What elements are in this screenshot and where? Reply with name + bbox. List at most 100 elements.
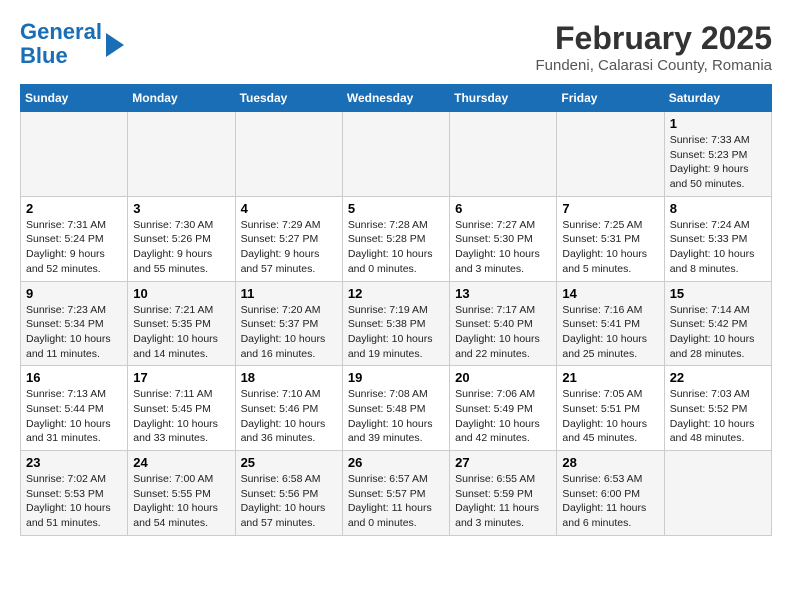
- day-info: Sunrise: 6:53 AM Sunset: 6:00 PM Dayligh…: [562, 472, 658, 531]
- day-info: Sunrise: 7:00 AM Sunset: 5:55 PM Dayligh…: [133, 472, 229, 531]
- calendar-cell: 17 Sunrise: 7:11 AM Sunset: 5:45 PM Dayli…: [128, 366, 235, 451]
- day-number: 18: [241, 370, 337, 385]
- day-info: Sunrise: 6:58 AM Sunset: 5:56 PM Dayligh…: [241, 472, 337, 531]
- page-header: General Blue February 2025 Fundeni, Cala…: [20, 20, 772, 74]
- weekday-header-thursday: Thursday: [450, 85, 557, 112]
- day-info: Sunrise: 7:31 AM Sunset: 5:24 PM Dayligh…: [26, 218, 122, 277]
- day-info: Sunrise: 7:27 AM Sunset: 5:30 PM Dayligh…: [455, 218, 551, 277]
- weekday-header-tuesday: Tuesday: [235, 85, 342, 112]
- day-number: 12: [348, 286, 444, 301]
- calendar-cell: [342, 112, 449, 197]
- calendar-week-row: 23 Sunrise: 7:02 AM Sunset: 5:53 PM Dayli…: [21, 451, 772, 536]
- day-number: 11: [241, 286, 337, 301]
- day-number: 16: [26, 370, 122, 385]
- calendar-cell: 24 Sunrise: 7:00 AM Sunset: 5:55 PM Dayli…: [128, 451, 235, 536]
- day-info: Sunrise: 7:02 AM Sunset: 5:53 PM Dayligh…: [26, 472, 122, 531]
- calendar-table: SundayMondayTuesdayWednesdayThursdayFrid…: [20, 84, 772, 536]
- day-info: Sunrise: 6:57 AM Sunset: 5:57 PM Dayligh…: [348, 472, 444, 531]
- calendar-week-row: 16 Sunrise: 7:13 AM Sunset: 5:44 PM Dayli…: [21, 366, 772, 451]
- day-info: Sunrise: 7:14 AM Sunset: 5:42 PM Dayligh…: [670, 303, 766, 362]
- calendar-cell: 1 Sunrise: 7:33 AM Sunset: 5:23 PM Daylig…: [664, 112, 771, 197]
- day-number: 3: [133, 201, 229, 216]
- logo-blue: Blue: [20, 43, 68, 68]
- day-info: Sunrise: 7:03 AM Sunset: 5:52 PM Dayligh…: [670, 387, 766, 446]
- calendar-cell: 11Sunrise: 7:20 AM Sunset: 5:37 PM Dayli…: [235, 281, 342, 366]
- day-number: 19: [348, 370, 444, 385]
- calendar-cell: 22 Sunrise: 7:03 AM Sunset: 5:52 PM Dayli…: [664, 366, 771, 451]
- logo-arrow-icon: [106, 33, 124, 57]
- calendar-cell: [664, 451, 771, 536]
- day-info: Sunrise: 6:55 AM Sunset: 5:59 PM Dayligh…: [455, 472, 551, 531]
- calendar-week-row: 2Sunrise: 7:31 AM Sunset: 5:24 PM Daylig…: [21, 196, 772, 281]
- weekday-header-friday: Friday: [557, 85, 664, 112]
- weekday-header-saturday: Saturday: [664, 85, 771, 112]
- weekday-header-sunday: Sunday: [21, 85, 128, 112]
- day-number: 27: [455, 455, 551, 470]
- calendar-cell: 10 Sunrise: 7:21 AM Sunset: 5:35 PM Dayli…: [128, 281, 235, 366]
- day-number: 13: [455, 286, 551, 301]
- calendar-cell: 16 Sunrise: 7:13 AM Sunset: 5:44 PM Dayli…: [21, 366, 128, 451]
- day-number: 9: [26, 286, 122, 301]
- calendar-body: 1 Sunrise: 7:33 AM Sunset: 5:23 PM Daylig…: [21, 112, 772, 536]
- day-number: 6: [455, 201, 551, 216]
- calendar-cell: 12 Sunrise: 7:19 AM Sunset: 5:38 PM Dayli…: [342, 281, 449, 366]
- calendar-cell: 15Sunrise: 7:14 AM Sunset: 5:42 PM Dayli…: [664, 281, 771, 366]
- day-info: Sunrise: 7:06 AM Sunset: 5:49 PM Dayligh…: [455, 387, 551, 446]
- day-info: Sunrise: 7:30 AM Sunset: 5:26 PM Dayligh…: [133, 218, 229, 277]
- day-info: Sunrise: 7:33 AM Sunset: 5:23 PM Dayligh…: [670, 133, 766, 192]
- day-info: Sunrise: 7:19 AM Sunset: 5:38 PM Dayligh…: [348, 303, 444, 362]
- day-number: 14: [562, 286, 658, 301]
- day-number: 20: [455, 370, 551, 385]
- calendar-cell: [128, 112, 235, 197]
- logo-general: General: [20, 19, 102, 44]
- calendar-cell: 8Sunrise: 7:24 AM Sunset: 5:33 PM Daylig…: [664, 196, 771, 281]
- month-title: February 2025: [535, 20, 772, 57]
- calendar-week-row: 1 Sunrise: 7:33 AM Sunset: 5:23 PM Daylig…: [21, 112, 772, 197]
- day-number: 22: [670, 370, 766, 385]
- weekday-header-wednesday: Wednesday: [342, 85, 449, 112]
- day-info: Sunrise: 7:11 AM Sunset: 5:45 PM Dayligh…: [133, 387, 229, 446]
- day-number: 23: [26, 455, 122, 470]
- location-subtitle: Fundeni, Calarasi County, Romania: [535, 57, 772, 74]
- day-number: 1: [670, 116, 766, 131]
- calendar-cell: 25 Sunrise: 6:58 AM Sunset: 5:56 PM Dayli…: [235, 451, 342, 536]
- day-info: Sunrise: 7:21 AM Sunset: 5:35 PM Dayligh…: [133, 303, 229, 362]
- calendar-week-row: 9 Sunrise: 7:23 AM Sunset: 5:34 PM Daylig…: [21, 281, 772, 366]
- calendar-header-row: SundayMondayTuesdayWednesdayThursdayFrid…: [21, 85, 772, 112]
- calendar-cell: [450, 112, 557, 197]
- day-info: Sunrise: 7:08 AM Sunset: 5:48 PM Dayligh…: [348, 387, 444, 446]
- day-number: 24: [133, 455, 229, 470]
- day-number: 4: [241, 201, 337, 216]
- calendar-cell: 2Sunrise: 7:31 AM Sunset: 5:24 PM Daylig…: [21, 196, 128, 281]
- calendar-cell: 4 Sunrise: 7:29 AM Sunset: 5:27 PM Daylig…: [235, 196, 342, 281]
- day-number: 28: [562, 455, 658, 470]
- day-info: Sunrise: 7:17 AM Sunset: 5:40 PM Dayligh…: [455, 303, 551, 362]
- calendar-cell: 20 Sunrise: 7:06 AM Sunset: 5:49 PM Dayli…: [450, 366, 557, 451]
- calendar-cell: 9 Sunrise: 7:23 AM Sunset: 5:34 PM Daylig…: [21, 281, 128, 366]
- calendar-cell: 6 Sunrise: 7:27 AM Sunset: 5:30 PM Daylig…: [450, 196, 557, 281]
- calendar-cell: 21 Sunrise: 7:05 AM Sunset: 5:51 PM Dayli…: [557, 366, 664, 451]
- day-number: 8: [670, 201, 766, 216]
- calendar-cell: [21, 112, 128, 197]
- day-info: Sunrise: 7:05 AM Sunset: 5:51 PM Dayligh…: [562, 387, 658, 446]
- day-number: 21: [562, 370, 658, 385]
- calendar-cell: 7Sunrise: 7:25 AM Sunset: 5:31 PM Daylig…: [557, 196, 664, 281]
- day-number: 26: [348, 455, 444, 470]
- day-number: 17: [133, 370, 229, 385]
- day-info: Sunrise: 7:13 AM Sunset: 5:44 PM Dayligh…: [26, 387, 122, 446]
- day-info: Sunrise: 7:16 AM Sunset: 5:41 PM Dayligh…: [562, 303, 658, 362]
- day-info: Sunrise: 7:29 AM Sunset: 5:27 PM Dayligh…: [241, 218, 337, 277]
- day-number: 10: [133, 286, 229, 301]
- calendar-cell: 28 Sunrise: 6:53 AM Sunset: 6:00 PM Dayli…: [557, 451, 664, 536]
- calendar-cell: [557, 112, 664, 197]
- calendar-cell: 5 Sunrise: 7:28 AM Sunset: 5:28 PM Daylig…: [342, 196, 449, 281]
- calendar-cell: 27 Sunrise: 6:55 AM Sunset: 5:59 PM Dayli…: [450, 451, 557, 536]
- day-info: Sunrise: 7:23 AM Sunset: 5:34 PM Dayligh…: [26, 303, 122, 362]
- day-number: 25: [241, 455, 337, 470]
- day-info: Sunrise: 7:10 AM Sunset: 5:46 PM Dayligh…: [241, 387, 337, 446]
- title-block: February 2025 Fundeni, Calarasi County, …: [535, 20, 772, 74]
- logo: General Blue: [20, 20, 124, 68]
- day-info: Sunrise: 7:28 AM Sunset: 5:28 PM Dayligh…: [348, 218, 444, 277]
- day-number: 5: [348, 201, 444, 216]
- calendar-cell: 14 Sunrise: 7:16 AM Sunset: 5:41 PM Dayli…: [557, 281, 664, 366]
